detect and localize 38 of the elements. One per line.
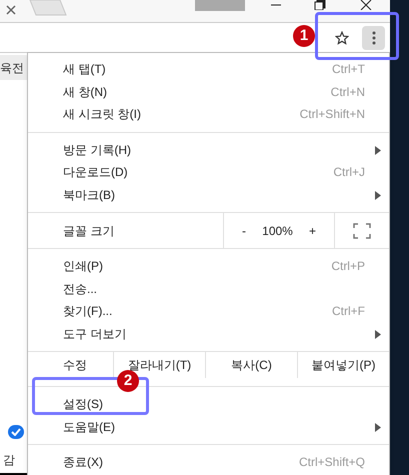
menu-item-label: 도움말(E) (63, 418, 116, 436)
menu-item-label: 새 시크릿 창(I) (63, 106, 142, 124)
menu-item-label: 북마크(B) (63, 186, 116, 204)
shortcut-text: Ctrl+P (331, 258, 365, 276)
menu-item-label: 찾기(F)... (63, 303, 114, 320)
checkbox[interactable] (8, 425, 24, 439)
menu-item-label: 도구 더보기 (63, 326, 128, 343)
fullscreen-icon[interactable] (353, 222, 371, 238)
restore-icon[interactable] (314, 0, 326, 10)
zoom-level: 100% (262, 222, 293, 240)
zoom-out-button[interactable]: - (238, 222, 250, 240)
menu-item[interactable]: 전송... (28, 278, 389, 300)
shortcut-text: Ctrl+Shift+N (300, 106, 365, 124)
menu-item-label: 새 창(N) (63, 84, 108, 101)
shortcut-text: Ctrl+Shift+Q (298, 454, 365, 472)
menu-icon (372, 31, 376, 45)
zoom-in-button[interactable]: + (304, 222, 320, 240)
menu-button[interactable] (362, 26, 385, 50)
menu-item-label: 글꼴 크기 (63, 222, 114, 240)
address-bar[interactable] (0, 22, 390, 53)
menu-item-label: 수정 (63, 357, 87, 374)
menu-item[interactable]: 설정(S) (28, 393, 389, 416)
shortcut-text: Ctrl+J (333, 164, 365, 182)
shortcut-text: Ctrl+T (332, 61, 365, 78)
shortcut-text: Ctrl+F (332, 303, 365, 320)
menu-item-label: 인쇄(P) (63, 258, 104, 276)
menu-item-label: 방문 기록(H) (63, 142, 132, 159)
menu-item-label: 종료(X) (63, 454, 104, 472)
edit-button[interactable]: 복사(C) (205, 352, 297, 378)
page-text: 육전 (0, 60, 24, 76)
close-icon[interactable] (360, 0, 372, 10)
star-icon (335, 31, 349, 45)
redacted-label (195, 0, 245, 11)
menu-item-label: 새 탭(T) (63, 61, 107, 78)
edit-button[interactable]: 붙여넣기(P) (297, 352, 389, 378)
page-text: 감 (3, 452, 15, 469)
menu-item-label: 다운로드(D) (63, 164, 129, 182)
shortcut-text: Ctrl+N (330, 84, 365, 101)
